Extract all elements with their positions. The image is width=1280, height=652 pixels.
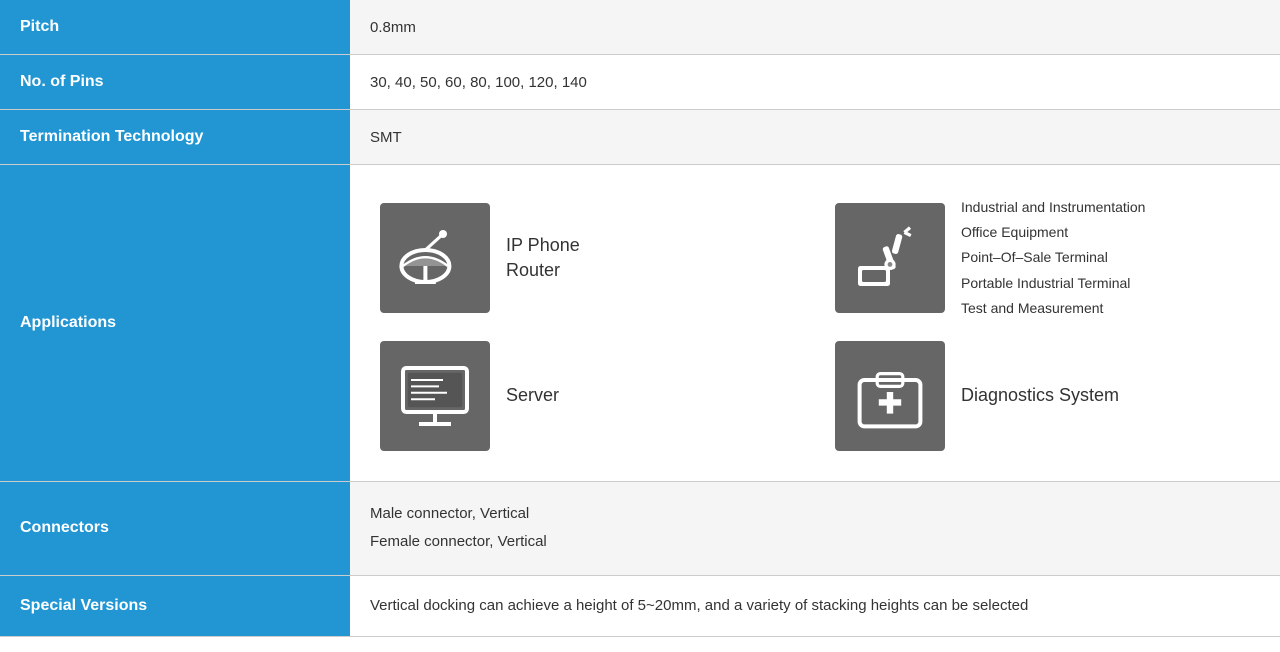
connector-line1: Male connector, Vertical — [370, 505, 529, 522]
special-versions-text: Vertical docking can achieve a height of… — [370, 594, 1260, 618]
connectors-row: Connectors Male connector, Vertical Fema… — [0, 481, 1280, 575]
termination-label: Termination Technology — [0, 110, 350, 165]
pitch-label: Pitch — [0, 0, 350, 55]
termination-row: Termination Technology SMT — [0, 110, 1280, 165]
industrial-icon — [835, 203, 945, 313]
satellite-dish-icon — [380, 203, 490, 313]
app-item-ip-phone: IP PhoneRouter — [380, 195, 795, 321]
connectors-value: Male connector, Vertical Female connecto… — [350, 481, 1280, 575]
applications-label: Applications — [0, 165, 350, 482]
industrial-label: Industrial and Instrumentation Office Eq… — [961, 195, 1145, 321]
app-item-industrial: Industrial and Instrumentation Office Eq… — [835, 195, 1250, 321]
apps-grid: IP PhoneRouter — [380, 195, 1250, 451]
applications-row: Applications — [0, 165, 1280, 482]
termination-value: SMT — [350, 110, 1280, 165]
app-item-server: Server — [380, 341, 795, 451]
diagnostics-label: Diagnostics System — [961, 383, 1119, 408]
diagnostics-icon — [835, 341, 945, 451]
connector-line2: Female connector, Vertical — [370, 533, 547, 550]
server-icon — [380, 341, 490, 451]
pitch-value: 0.8mm — [350, 0, 1280, 55]
server-label: Server — [506, 383, 559, 408]
pins-value: 30, 40, 50, 60, 80, 100, 120, 140 — [350, 55, 1280, 110]
connectors-text: Male connector, Vertical Female connecto… — [370, 500, 1260, 557]
special-versions-label: Special Versions — [0, 575, 350, 636]
pitch-row: Pitch 0.8mm — [0, 0, 1280, 55]
app-item-diagnostics: Diagnostics System — [835, 341, 1250, 451]
applications-value: IP PhoneRouter — [350, 165, 1280, 482]
pins-label: No. of Pins — [0, 55, 350, 110]
ip-phone-label: IP PhoneRouter — [506, 233, 580, 283]
special-versions-value: Vertical docking can achieve a height of… — [350, 575, 1280, 636]
special-versions-row: Special Versions Vertical docking can ac… — [0, 575, 1280, 636]
pins-row: No. of Pins 30, 40, 50, 60, 80, 100, 120… — [0, 55, 1280, 110]
connectors-label: Connectors — [0, 481, 350, 575]
